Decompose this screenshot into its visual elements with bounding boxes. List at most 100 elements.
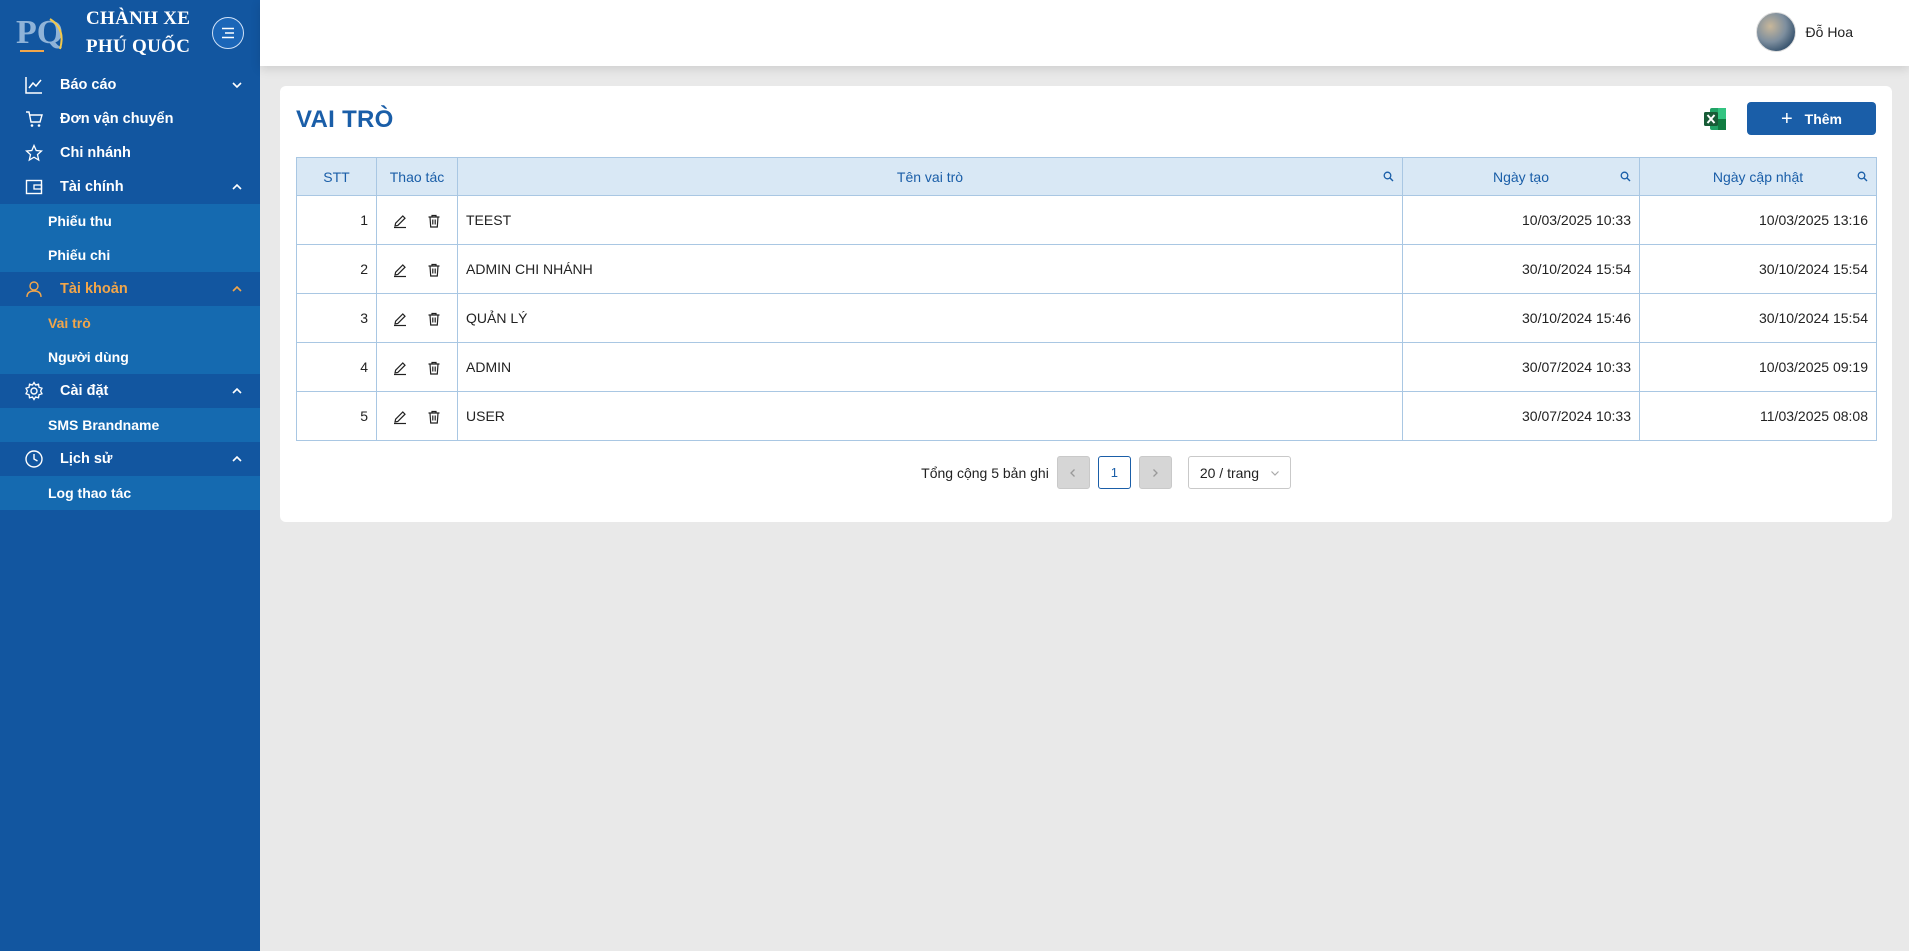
pagination-total: Tổng cộng 5 bản ghi <box>921 464 1049 481</box>
submenu-tai-khoan: Vai trò Người dùng <box>0 306 260 374</box>
sidebar-item-chi-nhanh[interactable]: Chi nhánh <box>0 136 260 170</box>
search-icon[interactable] <box>1857 171 1868 182</box>
wallet-icon <box>24 177 44 197</box>
page-title: VAI TRÒ <box>296 106 394 133</box>
cell-role-name: QUẢN LÝ <box>457 293 1403 343</box>
edit-icon[interactable] <box>392 409 408 425</box>
submenu-cai-dat: SMS Brandname <box>0 408 260 442</box>
star-icon <box>24 143 44 163</box>
column-header-label: Tên vai trò <box>896 168 964 185</box>
brand-name: CHÀNH XE PHÚ QUỐC <box>86 5 190 61</box>
cell-created: 30/07/2024 10:33 <box>1402 342 1640 392</box>
cell-actions <box>376 293 458 343</box>
cell-updated: 10/03/2025 13:16 <box>1639 195 1877 245</box>
avatar[interactable] <box>1755 12 1796 52</box>
cell-updated: 30/10/2024 15:54 <box>1639 244 1877 294</box>
sidebar-item-cai-dat[interactable]: Cài đặt <box>0 374 260 408</box>
cell-role-name: ADMIN <box>457 342 1403 392</box>
content-card: VAI TRÒ + Thêm STT Thao tác Tên vai trò <box>280 86 1892 522</box>
cell-stt: 2 <box>296 244 377 294</box>
sidebar-item-bao-cao[interactable]: Báo cáo <box>0 68 260 102</box>
chevron-down-icon <box>232 82 242 89</box>
add-button-label: Thêm <box>1804 110 1843 127</box>
sidebar-item-don-van-chuyen[interactable]: Đơn vận chuyển <box>0 102 260 136</box>
column-header-updated: Ngày cập nhật <box>1639 157 1877 196</box>
sidebar-item-label: Cài đặt <box>60 383 109 399</box>
sidebar-subitem-phieu-chi[interactable]: Phiếu chi <box>0 238 260 272</box>
sidebar-subitem-sms-brandname[interactable]: SMS Brandname <box>0 408 260 442</box>
add-button[interactable]: + Thêm <box>1747 102 1876 135</box>
cell-role-name: ADMIN CHI NHÁNH <box>457 244 1403 294</box>
brand-logo[interactable]: PQ <box>14 9 70 57</box>
sidebar-subitem-nguoi-dung[interactable]: Người dùng <box>0 340 260 374</box>
trash-icon[interactable] <box>426 311 442 327</box>
sidebar-item-lich-su[interactable]: Lịch sử <box>0 442 260 476</box>
cell-updated: 10/03/2025 09:19 <box>1639 342 1877 392</box>
edit-icon[interactable] <box>392 360 408 376</box>
menu-collapse-button[interactable] <box>212 17 244 49</box>
column-header-stt: STT <box>296 157 377 196</box>
table-row: 2 ADMIN CHI NHÁNH 30/10/2024 15:54 30/10… <box>296 244 1877 294</box>
edit-icon[interactable] <box>392 262 408 278</box>
chevron-down-icon <box>1270 471 1279 476</box>
next-page-button[interactable] <box>1138 456 1172 489</box>
brand-name-line1: CHÀNH XE <box>86 8 191 29</box>
svg-text:PQ: PQ <box>16 14 63 51</box>
cell-updated: 30/10/2024 15:54 <box>1639 293 1877 343</box>
column-header-created: Ngày tạo <box>1402 157 1640 196</box>
excel-export-icon[interactable] <box>1702 106 1728 132</box>
sidebar-subitem-vai-tro[interactable]: Vai trò <box>0 306 260 340</box>
sidebar-item-label: Tài khoản <box>60 281 128 297</box>
sidebar-item-label: Báo cáo <box>60 77 117 93</box>
cell-created: 30/10/2024 15:46 <box>1402 293 1640 343</box>
sidebar-subitem-phieu-thu[interactable]: Phiếu thu <box>0 204 260 238</box>
pagination: Tổng cộng 5 bản ghi 1 20 / trang <box>280 456 1892 489</box>
trash-icon[interactable] <box>426 213 442 229</box>
cell-updated: 11/03/2025 08:08 <box>1639 391 1877 441</box>
cell-created: 30/07/2024 10:33 <box>1402 391 1640 441</box>
sidebar-item-label: Chi nhánh <box>60 145 131 161</box>
page-button-1[interactable]: 1 <box>1097 456 1131 489</box>
column-header-actions: Thao tác <box>376 157 458 196</box>
cell-actions <box>376 195 458 245</box>
sidebar: PQ CHÀNH XE PHÚ QUỐC Báo cáo Đơn vận chu… <box>0 0 260 951</box>
cell-stt: 3 <box>296 293 377 343</box>
chevron-up-icon <box>232 387 242 394</box>
search-icon[interactable] <box>1383 171 1394 182</box>
cell-stt: 4 <box>296 342 377 392</box>
user-icon <box>24 279 44 299</box>
brand-name-line2: PHÚ QUỐC <box>86 36 191 57</box>
cell-created: 30/10/2024 15:54 <box>1402 244 1640 294</box>
table-row: 3 QUẢN LÝ 30/10/2024 15:46 30/10/2024 15… <box>296 293 1877 343</box>
page-size-value: 20 / trang <box>1199 464 1259 481</box>
clock-icon <box>24 449 44 469</box>
search-icon[interactable] <box>1620 171 1631 182</box>
edit-icon[interactable] <box>392 213 408 229</box>
sidebar-item-tai-chinh[interactable]: Tài chính <box>0 170 260 204</box>
cell-actions <box>376 391 458 441</box>
user-menu[interactable]: Đỗ Hoa <box>1755 12 1853 52</box>
column-header-label: Ngày cập nhật <box>1712 168 1804 185</box>
chart-line-icon <box>24 75 44 95</box>
sidebar-item-label: Lịch sử <box>60 451 113 467</box>
cell-created: 10/03/2025 10:33 <box>1402 195 1640 245</box>
cell-actions <box>376 342 458 392</box>
page-size-select[interactable]: 20 / trang <box>1187 456 1291 489</box>
sidebar-item-tai-khoan[interactable]: Tài khoản <box>0 272 260 306</box>
trash-icon[interactable] <box>426 409 442 425</box>
roles-table: STT Thao tác Tên vai trò Ngày tạo Ngày c… <box>296 157 1877 441</box>
trash-icon[interactable] <box>426 262 442 278</box>
plus-icon: + <box>1780 107 1793 130</box>
table-header-row: STT Thao tác Tên vai trò Ngày tạo Ngày c… <box>296 157 1877 196</box>
trash-icon[interactable] <box>426 360 442 376</box>
chevron-up-icon <box>232 455 242 462</box>
sidebar-item-label: Đơn vận chuyển <box>60 111 174 127</box>
sidebar-item-label: Tài chính <box>60 179 124 195</box>
sidebar-subitem-log-thao-tac[interactable]: Log thao tác <box>0 476 260 510</box>
chevron-up-icon <box>232 183 242 190</box>
chevron-left-icon <box>1070 468 1076 477</box>
cell-stt: 1 <box>296 195 377 245</box>
edit-icon[interactable] <box>392 311 408 327</box>
prev-page-button[interactable] <box>1056 456 1090 489</box>
column-header-role-name: Tên vai trò <box>457 157 1403 196</box>
